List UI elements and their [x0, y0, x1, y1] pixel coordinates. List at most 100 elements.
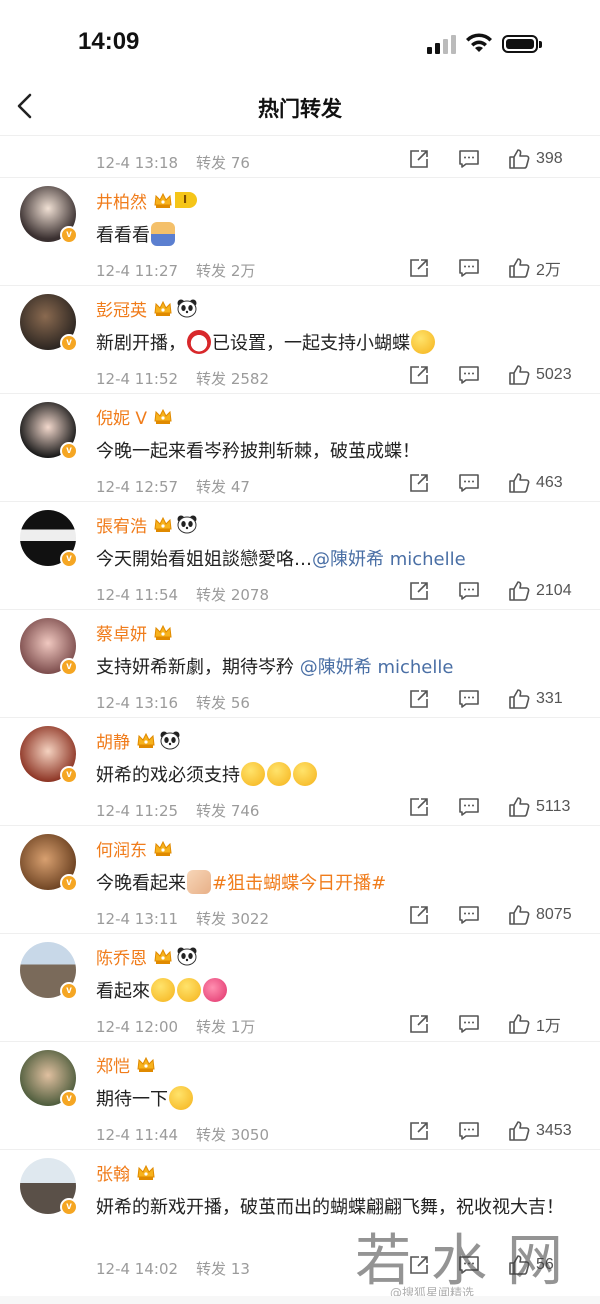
list-item[interactable]: v 蔡卓妍 支持妍希新劇，期待岑矜 @陳妍希 michelle 12-4 13:…: [0, 610, 600, 718]
like-button[interactable]: 1万: [508, 1012, 580, 1036]
like-button[interactable]: 2万: [508, 256, 580, 280]
avatar[interactable]: v: [20, 834, 78, 892]
like-icon: [509, 1121, 530, 1141]
comment-text: 看起來: [96, 978, 576, 1006]
avatar[interactable]: v: [20, 186, 78, 244]
comment-button[interactable]: [458, 797, 480, 817]
list-item[interactable]: v 陈乔恩 看起來 12-4 12:00 转发 1万 1万: [0, 934, 600, 1042]
like-icon: [509, 258, 530, 278]
username[interactable]: 彭冠英: [96, 296, 147, 321]
battery-icon: [502, 35, 542, 53]
comment-button[interactable]: [458, 1121, 480, 1141]
like-count: 1万: [536, 1018, 561, 1035]
comment-button[interactable]: [458, 1014, 480, 1034]
comment-button[interactable]: [458, 689, 480, 709]
emoji-icon: [151, 978, 175, 1002]
username[interactable]: 倪妮 V: [96, 404, 147, 429]
comment-text: 看看看: [96, 222, 576, 250]
username[interactable]: 郑恺: [96, 1052, 130, 1077]
topic-link[interactable]: #狙击蝴蝶今日开播#: [212, 873, 386, 894]
share-button[interactable]: [408, 149, 430, 169]
like-button[interactable]: 3453: [508, 1120, 580, 1142]
like-button[interactable]: 5023: [508, 364, 580, 386]
share-button[interactable]: [408, 365, 430, 385]
share-button[interactable]: [408, 581, 430, 601]
list-item[interactable]: v 五击蝴蝶 今晚开播啦 支持 @陳妍希 michelle 12-4 13:18…: [0, 136, 600, 178]
username[interactable]: 陈乔恩: [96, 944, 147, 969]
avatar[interactable]: v: [20, 1158, 78, 1216]
comment-button[interactable]: [458, 258, 480, 278]
share-button[interactable]: [408, 689, 430, 709]
comment-text: 今天開始看姐姐談戀愛咯…@陳妍希 michelle: [96, 549, 466, 570]
avatar[interactable]: v: [20, 726, 78, 784]
comment-text: 妍希的戏必须支持: [96, 762, 576, 790]
username[interactable]: 何润东: [96, 836, 147, 861]
repost-list[interactable]: v 五击蝴蝶 今晚开播啦 支持 @陳妍希 michelle 12-4 13:18…: [0, 136, 600, 1296]
signal-icon: [427, 34, 457, 54]
username[interactable]: 張宥浩: [96, 512, 147, 537]
list-item[interactable]: v 何润东 今晚看起来 #狙击蝴蝶今日开播# 12-4 13:11 转发 3022 …: [0, 826, 600, 934]
comment-date: 12-4 14:02: [96, 1260, 179, 1278]
avatar[interactable]: v: [20, 618, 78, 676]
like-button[interactable]: 2104: [508, 580, 580, 602]
avatar[interactable]: v: [20, 402, 78, 460]
comment-date: 12-4 12:57: [96, 478, 179, 496]
username[interactable]: 张翰: [96, 1160, 130, 1185]
like-icon: [509, 689, 530, 709]
comment-button[interactable]: [458, 365, 480, 385]
actions: 3453: [408, 1120, 580, 1142]
like-button[interactable]: 331: [508, 688, 580, 710]
list-item[interactable]: v 倪妮 V 今晚一起来看岑矜披荆斩棘，破茧成蝶！ 12-4 12:57 转发 4…: [0, 394, 600, 502]
comment-button[interactable]: [458, 473, 480, 493]
avatar[interactable]: v: [20, 510, 78, 568]
share-button[interactable]: [408, 1014, 430, 1034]
list-item[interactable]: v 胡静 妍希的戏必须支持 12-4 11:25 转发 746 5113: [0, 718, 600, 826]
like-button[interactable]: 5113: [508, 796, 580, 818]
avatar[interactable]: v: [20, 294, 78, 352]
person-raising-hand-icon: [151, 222, 175, 246]
username[interactable]: 井柏然: [96, 188, 147, 213]
comment-icon: [459, 798, 479, 816]
comment-meta: 12-4 11:25 转发 746: [96, 800, 259, 821]
like-button[interactable]: 398: [508, 148, 580, 170]
mention-link[interactable]: @陳妍希 michelle: [300, 657, 454, 678]
like-button[interactable]: 8075: [508, 904, 580, 926]
list-item[interactable]: v 郑恺 期待一下 12-4 11:44 转发 3050 3453: [0, 1042, 600, 1150]
share-button[interactable]: [408, 797, 430, 817]
share-icon: [410, 1015, 428, 1033]
wifi-icon: [466, 33, 492, 52]
page-title: 热门转发: [258, 97, 342, 121]
avatar[interactable]: v: [20, 942, 78, 1000]
like-count: 5023: [536, 366, 572, 383]
comment-button[interactable]: [458, 905, 480, 925]
like-count: 2万: [536, 262, 561, 279]
list-item[interactable]: v 張宥浩 今天開始看姐姐談戀愛咯…@陳妍希 michelle 12-4 11:…: [0, 502, 600, 610]
comment-text: 新剧开播， 已设置，一起支持小蝴蝶: [96, 330, 576, 358]
emoji-icon: [267, 762, 291, 786]
username-row: 张翰: [96, 1160, 156, 1185]
share-button[interactable]: [408, 258, 430, 278]
comment-button[interactable]: [458, 581, 480, 601]
repost-count: 转发 2万: [196, 262, 256, 280]
share-button[interactable]: [408, 473, 430, 493]
panda-icon: [159, 730, 181, 750]
comment-icon: [459, 690, 479, 708]
avatar[interactable]: v: [20, 1050, 78, 1108]
share-icon: [410, 690, 428, 708]
list-item[interactable]: v 彭冠英 新剧开播， 已设置，一起支持小蝴蝶 12-4 11:52 转发 2582…: [0, 286, 600, 394]
username[interactable]: 蔡卓妍: [96, 620, 147, 645]
share-button[interactable]: [408, 905, 430, 925]
username[interactable]: 胡静: [96, 728, 130, 753]
comment-meta: 12-4 11:54 转发 2078: [96, 584, 269, 605]
list-item[interactable]: v 井柏然 I 看看看 12-4 11:27 转发 2万 2万: [0, 178, 600, 286]
comment-icon: [459, 259, 479, 277]
panda-icon: [176, 946, 198, 966]
like-count: 8075: [536, 906, 572, 923]
like-button[interactable]: 463: [508, 472, 580, 494]
panda-icon: [176, 298, 198, 318]
comment-meta: 12-4 11:27 转发 2万: [96, 260, 255, 281]
mention-link[interactable]: @陳妍希 michelle: [312, 549, 466, 570]
like-icon: [509, 365, 530, 385]
share-button[interactable]: [408, 1121, 430, 1141]
comment-button[interactable]: [458, 149, 480, 169]
